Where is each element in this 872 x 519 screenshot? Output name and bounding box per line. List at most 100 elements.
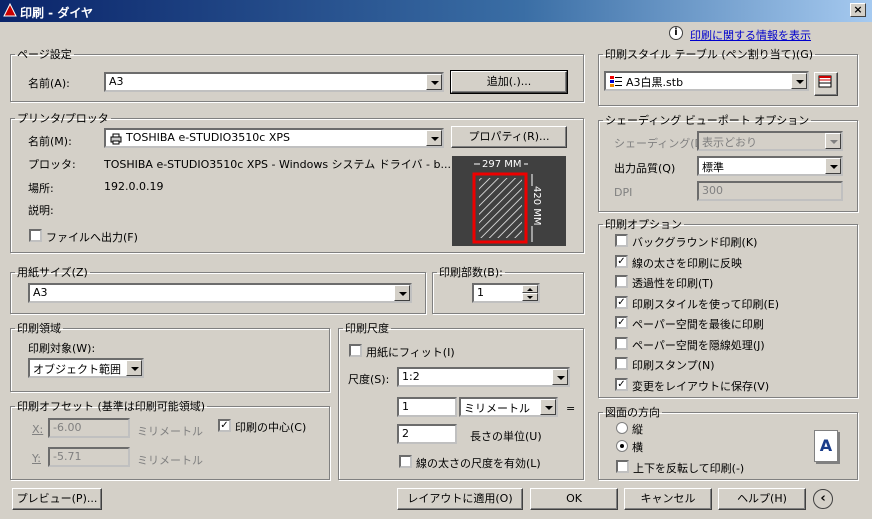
chevron-down-icon[interactable] [552, 369, 568, 385]
offset-y-unit: ミリメートル [137, 454, 203, 467]
chevron-down-icon[interactable] [825, 133, 841, 149]
app-icon [3, 3, 17, 17]
shade-plot-label: シェーディング(D) [614, 137, 708, 150]
plot-option-label: 変更をレイアウトに保存(V) [632, 379, 770, 393]
title-bar: 印刷 - ダイヤ × [0, 0, 872, 22]
scale-select[interactable]: 1:2 [397, 367, 570, 387]
scale-lineweights-checkbox[interactable] [399, 455, 412, 468]
plot-options-legend: 印刷オプション [605, 218, 682, 231]
landscape-label: 横 [632, 441, 643, 454]
plot-option-checkbox[interactable]: ✓ [615, 316, 628, 329]
location-label: 場所: [28, 182, 54, 195]
close-button[interactable]: × [850, 3, 866, 17]
plot-option-checkbox[interactable]: ✓ [615, 295, 628, 309]
scale-label: 尺度(S): [348, 373, 390, 386]
chevron-down-icon[interactable] [791, 73, 807, 89]
edit-table-icon [818, 75, 832, 88]
properties-button[interactable]: プロパティ(R)... [451, 126, 567, 148]
plot-scale-legend: 印刷尺度 [345, 322, 389, 335]
edit-plot-style-button[interactable] [814, 72, 838, 96]
plotter-value: TOSHIBA e-STUDIO3510c XPS - Windows システム… [104, 158, 451, 171]
scale-unit-select[interactable]: ミリメートル [459, 397, 558, 417]
chevron-down-icon[interactable] [540, 399, 556, 415]
printer-name-select[interactable]: TOSHIBA e-STUDIO3510c XPS [104, 128, 444, 148]
chevron-down-icon[interactable] [394, 285, 410, 301]
plot-style-legend: 印刷スタイル テーブル (ペン割り当て)(G) [605, 48, 814, 61]
plot-option-checkbox[interactable] [615, 336, 628, 350]
printer-name-value: TOSHIBA e-STUDIO3510c XPS [126, 131, 290, 144]
copies-input[interactable]: 1 [472, 283, 540, 303]
plot-option-label: 透過性を印刷(T) [632, 277, 714, 290]
center-plot-checkbox[interactable]: ✓ [218, 419, 231, 432]
cancel-button[interactable]: キャンセル [624, 488, 712, 510]
plot-option-checkbox[interactable] [615, 357, 628, 370]
print-to-file-checkbox[interactable] [29, 229, 42, 242]
offset-x-unit: ミリメートル [137, 425, 203, 438]
quality-select[interactable]: 標準 [697, 156, 843, 176]
dpi-label: DPI [614, 186, 633, 199]
printer-icon [110, 133, 122, 145]
preview-button[interactable]: プレビュー(P)... [12, 488, 102, 510]
paper-size-legend: 用紙サイズ(Z) [17, 266, 88, 279]
plot-style-select[interactable]: A3白黒.stb [604, 71, 809, 91]
plot-offset-legend: 印刷オフセット (基準は印刷可能領域) [17, 400, 206, 413]
collapse-options-icon[interactable]: ‹ [813, 489, 833, 509]
spin-down-icon[interactable] [522, 293, 538, 301]
copies-value: 1 [477, 286, 484, 299]
shade-plot-value: 表示どおり [702, 136, 757, 149]
info-link[interactable]: 印刷に関する情報を表示 [690, 27, 811, 43]
chevron-down-icon[interactable] [426, 130, 442, 146]
plot-style-value: A3白黒.stb [626, 76, 684, 89]
chevron-down-icon[interactable] [126, 360, 142, 376]
offset-x-input[interactable]: -6.00 [48, 418, 130, 438]
ok-button[interactable]: OK [530, 488, 618, 510]
help-button[interactable]: ヘルプ(H) [718, 488, 806, 510]
plot-option-label: ペーパー空間を最後に印刷 [632, 318, 764, 331]
preview-width: 297 MM [480, 159, 524, 170]
scale-unit-value: ミリメートル [464, 402, 530, 415]
scale-lineweights-label: 線の太さの尺度を有効(L) [416, 457, 541, 470]
paper-size-select[interactable]: A3 [28, 283, 412, 303]
plot-option-checkbox[interactable]: ✓ [615, 377, 628, 391]
fit-to-paper-label: 用紙にフィット(I) [366, 346, 455, 359]
shaded-viewport-legend: シェーディング ビューポート オプション [605, 114, 810, 127]
scale-drawing-units-input[interactable]: 2 [397, 424, 457, 444]
spin-up-icon[interactable] [522, 285, 538, 293]
quality-value: 標準 [702, 161, 724, 174]
window-title: 印刷 - ダイヤ [20, 6, 93, 20]
plot-option-checkbox[interactable]: ✓ [615, 254, 628, 268]
page-setup-legend: ページ設定 [17, 48, 72, 61]
plot-area-group: 印刷領域 [10, 320, 330, 392]
plot-what-select[interactable]: オブジェクト範囲 [28, 358, 144, 378]
print-to-file-label: ファイルへ出力(F) [46, 231, 138, 244]
add-page-setup-button[interactable]: 追加(.)... [450, 70, 568, 94]
plot-style-table-icon [610, 76, 622, 87]
shade-plot-select[interactable]: 表示どおり [697, 131, 843, 151]
portrait-radio[interactable] [616, 422, 628, 434]
landscape-radio[interactable] [616, 440, 628, 452]
portrait-label: 縦 [632, 423, 643, 436]
plot-option-label: ペーパー空間を隠線処理(J) [632, 338, 765, 352]
equals-sign: = [566, 402, 576, 415]
dpi-input[interactable]: 300 [697, 181, 843, 201]
scale-paper-units-input[interactable]: 1 [397, 397, 457, 417]
plot-option-label: 線の太さを印刷に反映 [632, 256, 742, 270]
offset-y-input[interactable]: -5.71 [48, 447, 130, 467]
page-setup-name-value: A3 [109, 75, 124, 88]
plot-option-checkbox[interactable] [615, 234, 628, 247]
upside-down-checkbox[interactable] [616, 460, 629, 473]
plot-what-label: 印刷対象(W): [28, 342, 96, 355]
plot-option-label: バックグラウンド印刷(K) [632, 236, 758, 249]
plot-option-checkbox[interactable] [615, 275, 628, 288]
chevron-down-icon[interactable] [426, 74, 442, 90]
fit-to-paper-checkbox[interactable] [349, 344, 362, 357]
paper-preview: 297 MM 420 MM [452, 156, 566, 246]
chevron-down-icon[interactable] [825, 158, 841, 174]
apply-to-layout-button[interactable]: レイアウトに適用(O) [397, 488, 523, 510]
plot-option-label: 印刷スタイルを使って印刷(E) [632, 297, 779, 311]
page-setup-name-select[interactable]: A3 [104, 72, 444, 92]
copies-legend: 印刷部数(B): [439, 266, 503, 279]
scale-value: 1:2 [402, 370, 420, 383]
printer-name-label: 名前(M): [28, 135, 72, 148]
copies-spinner[interactable] [522, 285, 538, 305]
